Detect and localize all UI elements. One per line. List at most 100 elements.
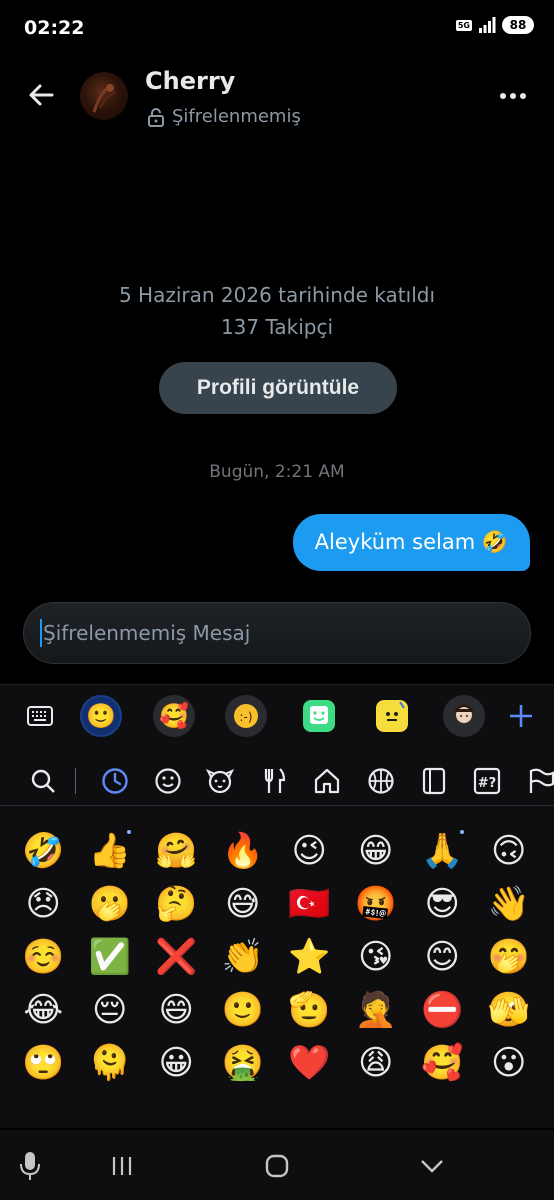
emoji-key[interactable]: ❌ (143, 930, 210, 983)
emoji-key[interactable]: 😀 (143, 1036, 210, 1089)
food-icon[interactable] (257, 764, 291, 798)
emoji-key[interactable]: 👍 (77, 824, 144, 877)
emoji-glyph: 🥰 (421, 1042, 464, 1083)
emoji-key[interactable]: 🤮 (210, 1036, 277, 1089)
flags-icon[interactable] (524, 764, 554, 798)
emoji-key[interactable]: 😅 (210, 877, 277, 930)
emoji-glyph: 😎 (424, 883, 460, 924)
emoji-glyph: 🫠 (88, 1042, 131, 1083)
animals-icon[interactable] (203, 764, 237, 798)
emoji-key[interactable]: 🙄 (10, 1036, 77, 1089)
emoji-glyph: 🙄 (22, 1042, 65, 1083)
emoji-category-bar: #? (0, 756, 554, 806)
emoji-key[interactable]: 🫣 (476, 983, 543, 1036)
status-bar: 02:22 5G 88 (0, 0, 554, 56)
emoji-key[interactable]: 👋 (476, 877, 543, 930)
emoji-icon[interactable]: 🙂 (80, 695, 122, 737)
emoji-key[interactable]: 😁 (343, 824, 410, 877)
emoji-glyph: 😂 (23, 989, 64, 1030)
recent-icon[interactable] (98, 764, 132, 798)
emoji-key[interactable]: 🫠 (77, 1036, 144, 1089)
emoji-key[interactable]: 😔 (77, 983, 144, 1036)
plus-icon[interactable] (500, 695, 542, 737)
emoji-key[interactable]: 🙂 (210, 983, 277, 1036)
back-arrow-icon[interactable] (24, 78, 58, 112)
emoji-key[interactable]: 🫡 (276, 983, 343, 1036)
sent-message-bubble[interactable]: Aleyküm selam 🤣 (292, 514, 530, 571)
message-input[interactable] (43, 621, 483, 645)
emoji-glyph: 🫣 (487, 989, 530, 1030)
emoji-glyph: ❤️ (288, 1042, 331, 1083)
emoji-glyph: 😞 (25, 883, 61, 924)
emoji-key[interactable]: 😂 (10, 983, 77, 1036)
emoji-key[interactable]: 😎 (409, 877, 476, 930)
emoji-key[interactable]: 😊 (409, 930, 476, 983)
contact-name[interactable]: Cherry (145, 67, 235, 95)
emoji-key[interactable]: 🤔 (143, 877, 210, 930)
emoji-key[interactable]: 🫢 (77, 877, 144, 930)
emoji-key[interactable]: 🤦 (343, 983, 410, 1036)
recent-apps-icon[interactable] (104, 1148, 140, 1184)
emoji-key[interactable]: 🇹🇷 (276, 877, 343, 930)
skin-tone-indicator (459, 830, 464, 834)
emoji-key[interactable]: 🤗 (143, 824, 210, 877)
emoji-key[interactable]: 🥰 (409, 1036, 476, 1089)
emoji-glyph: 😩 (358, 1042, 394, 1083)
emoji-key[interactable]: 😄 (143, 983, 210, 1036)
emoji-key[interactable]: 😘 (343, 930, 410, 983)
emoji-key[interactable]: ❤️ (276, 1036, 343, 1089)
emoji-key[interactable]: ⛔ (409, 983, 476, 1036)
chevron-down-icon[interactable] (414, 1148, 450, 1184)
emoji-glyph: 😔 (92, 989, 128, 1030)
view-profile-button[interactable]: Profili görüntüle (159, 362, 397, 414)
emoji-glyph: 😮 (491, 1042, 527, 1083)
emoticon-icon[interactable]: :-) (225, 695, 267, 737)
joined-date: 5 Haziran 2026 tarihinde katıldı (118, 283, 436, 307)
keyboard-toolbar: 🙂 🥰 :-) (0, 684, 554, 746)
places-icon[interactable] (310, 764, 344, 798)
home-icon[interactable] (259, 1148, 295, 1184)
battery-indicator: 88 (502, 16, 534, 34)
emoji-glyph: 🔥 (221, 830, 264, 871)
emoji-glyph: 🇹🇷 (288, 883, 331, 924)
emoji-key[interactable]: 🤭 (476, 930, 543, 983)
emoji-key[interactable]: 😉 (276, 824, 343, 877)
sticker-icon[interactable]: 🥰 (153, 695, 195, 737)
emoji-key[interactable]: ⭐ (276, 930, 343, 983)
gif-icon[interactable] (298, 695, 340, 737)
smileys-icon[interactable] (151, 764, 185, 798)
ar-emoji-icon[interactable] (371, 695, 413, 737)
emoji-key[interactable]: 😞 (10, 877, 77, 930)
emoji-key[interactable]: 🙏 (409, 824, 476, 877)
avatar-icon[interactable] (443, 695, 485, 737)
emoji-glyph: 😀 (158, 1042, 194, 1083)
emoji-key[interactable]: 🙃 (476, 824, 543, 877)
emoji-glyph: ⭐ (288, 936, 331, 977)
emoji-glyph: 🤔 (155, 883, 198, 924)
emoji-key[interactable]: ☺️ (10, 930, 77, 983)
microphone-icon[interactable] (12, 1148, 48, 1184)
emoji-glyph: 👋 (487, 883, 530, 924)
emoji-keyboard: 🙂 🥰 :-) #? 🤣 👍 🤗 🔥 😉 😁 🙏 🙃 😞 🫢 🤔 😅 🇹🇷 🤬 … (0, 684, 554, 1128)
emoji-key[interactable]: 👏 (210, 930, 277, 983)
message-composer[interactable] (23, 602, 531, 664)
more-options-icon[interactable] (498, 84, 528, 108)
objects-icon[interactable] (417, 764, 451, 798)
symbols-icon[interactable]: #? (470, 764, 504, 798)
emoji-key[interactable]: 😮 (476, 1036, 543, 1089)
status-time: 02:22 (24, 17, 85, 39)
emoji-key[interactable]: 😩 (343, 1036, 410, 1089)
emoji-key[interactable]: 🤬 (343, 877, 410, 930)
activities-icon[interactable] (364, 764, 398, 798)
emoji-glyph: 🤦 (354, 989, 397, 1030)
emoji-glyph: 😅 (225, 883, 261, 924)
emoji-glyph: ✅ (88, 936, 131, 977)
emoji-key[interactable]: ✅ (77, 930, 144, 983)
search-icon[interactable] (26, 764, 60, 798)
emoji-glyph: ❌ (155, 936, 198, 977)
avatar[interactable] (80, 72, 128, 120)
emoji-key[interactable]: 🤣 (10, 824, 77, 877)
keyboard-icon[interactable] (19, 695, 61, 737)
emoji-key[interactable]: 🔥 (210, 824, 277, 877)
signal-icon (479, 17, 496, 33)
